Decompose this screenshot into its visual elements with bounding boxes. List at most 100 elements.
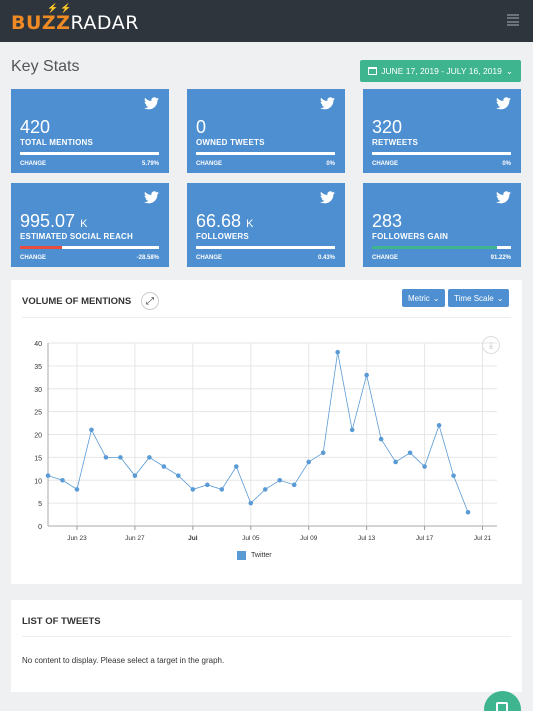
change-percent: 0% bbox=[502, 161, 511, 167]
stat-card[interactable]: 283 FOLLOWERS GAIN CHANGE 91.22% bbox=[363, 183, 521, 267]
chart-legend[interactable]: Twitter bbox=[237, 551, 272, 560]
x-tick-label: Jul 17 bbox=[416, 535, 434, 542]
chevron-down-icon: ⌄ bbox=[505, 65, 513, 76]
change-label: CHANGE bbox=[372, 255, 399, 261]
change-bar bbox=[20, 152, 159, 155]
change-percent: 5.79% bbox=[141, 161, 159, 167]
y-tick-label: 40 bbox=[34, 341, 42, 348]
change-label: CHANGE bbox=[20, 161, 47, 167]
tweets-title: LIST OF TWEETS bbox=[22, 616, 101, 627]
change-percent: -28.58% bbox=[136, 255, 159, 261]
stat-label: ESTIMATED SOCIAL REACH bbox=[20, 232, 133, 241]
data-point bbox=[248, 500, 254, 506]
data-point bbox=[74, 487, 80, 492]
twitter-icon bbox=[144, 97, 159, 110]
y-tick-label: 15 bbox=[34, 455, 42, 462]
twitter-icon bbox=[144, 191, 159, 204]
calendar-icon bbox=[368, 67, 378, 75]
series-line-twitter bbox=[47, 352, 469, 513]
change-bar bbox=[372, 152, 511, 155]
stat-value: 66.68 K bbox=[196, 211, 254, 231]
change-percent: 91.22% bbox=[490, 255, 511, 261]
page-title: Key Stats bbox=[11, 58, 80, 75]
change-percent: 0.43% bbox=[317, 255, 335, 261]
data-point bbox=[161, 464, 167, 469]
twitter-icon bbox=[320, 191, 335, 204]
stat-card[interactable]: 66.68 K FOLLOWERS CHANGE 0.43% bbox=[187, 183, 345, 267]
change-bar bbox=[196, 246, 335, 249]
stat-card[interactable]: 0 OWNED TWEETS CHANGE 0% bbox=[187, 89, 345, 173]
volume-panel: VOLUME OF MENTIONS ⤢ Metric ⌄ Time Scale… bbox=[11, 280, 522, 584]
data-point bbox=[291, 482, 297, 488]
data-point bbox=[205, 482, 210, 488]
data-point bbox=[364, 372, 369, 378]
change-label: CHANGE bbox=[196, 161, 223, 167]
data-point bbox=[233, 464, 239, 469]
legend-swatch bbox=[237, 551, 246, 560]
panel-divider bbox=[22, 636, 511, 637]
y-tick-label: 25 bbox=[34, 410, 42, 417]
data-point bbox=[118, 455, 123, 460]
stat-value: 420 bbox=[20, 117, 51, 137]
stat-card[interactable]: 420 TOTAL MENTIONS CHANGE 5.79% bbox=[11, 89, 169, 173]
data-point bbox=[89, 427, 94, 433]
empty-message: No content to display. Please select a t… bbox=[22, 656, 225, 665]
mentions-chart[interactable]: 0 5 10 15 20 25 30 35 40 Jun 23 Jun 27 Jul Jul 05 Jul… bbox=[11, 280, 522, 550]
stat-value: 0 bbox=[196, 117, 207, 137]
data-point bbox=[422, 464, 427, 469]
stat-label: RETWEETS bbox=[372, 138, 419, 147]
twitter-icon bbox=[320, 97, 335, 110]
data-point bbox=[190, 487, 196, 492]
change-bar bbox=[196, 152, 335, 155]
stat-card[interactable]: 320 RETWEETS CHANGE 0% bbox=[363, 89, 521, 173]
date-range-label: JUNE 17, 2019 - JULY 16, 2019 bbox=[381, 66, 502, 76]
logo-bolt-icon: ⚡⚡ bbox=[47, 3, 74, 13]
stat-value: 283 bbox=[372, 211, 403, 231]
stat-value: 995.07 K bbox=[20, 211, 88, 231]
stat-cards: 420 TOTAL MENTIONS CHANGE 5.79% 0 OWNED … bbox=[11, 89, 522, 267]
y-tick-label: 35 bbox=[34, 364, 42, 371]
top-bar: BUZZRADAR ⚡⚡ bbox=[0, 0, 533, 42]
data-point bbox=[407, 450, 413, 456]
app-logo[interactable]: BUZZRADAR bbox=[11, 12, 139, 34]
change-bar-fill bbox=[372, 246, 498, 249]
data-point bbox=[277, 477, 283, 483]
data-point bbox=[132, 473, 138, 478]
stat-value: 320 bbox=[372, 117, 403, 137]
logo-radar: RADAR bbox=[70, 12, 139, 34]
hamburger-menu-icon[interactable] bbox=[507, 14, 519, 26]
chat-button[interactable] bbox=[484, 691, 521, 711]
data-point bbox=[436, 423, 442, 428]
twitter-icon bbox=[496, 97, 511, 110]
x-tick-label: Jun 27 bbox=[125, 535, 145, 542]
legend-label: Twitter bbox=[251, 552, 272, 559]
twitter-icon bbox=[496, 191, 511, 204]
date-range-button[interactable]: JUNE 17, 2019 - JULY 16, 2019 ⌄ bbox=[360, 60, 521, 82]
x-tick-label: Jul 21 bbox=[474, 535, 492, 542]
change-bar-fill bbox=[20, 246, 62, 249]
data-point bbox=[378, 436, 384, 442]
x-tick-label: Jul 05 bbox=[242, 535, 260, 542]
data-point bbox=[45, 473, 51, 478]
x-tick-label: Jul bbox=[188, 535, 198, 542]
stat-label: OWNED TWEETS bbox=[196, 138, 265, 147]
data-point bbox=[335, 349, 340, 355]
change-label: CHANGE bbox=[196, 255, 223, 261]
x-tick-label: Jun 23 bbox=[67, 535, 87, 542]
change-bar bbox=[372, 246, 511, 249]
download-icon[interactable]: ⤓ bbox=[482, 336, 500, 354]
data-point bbox=[219, 487, 225, 492]
data-point bbox=[176, 473, 181, 478]
stat-label: FOLLOWERS bbox=[196, 232, 249, 241]
change-label: CHANGE bbox=[372, 161, 399, 167]
change-label: CHANGE bbox=[20, 255, 47, 261]
change-percent: 0% bbox=[326, 161, 335, 167]
data-point bbox=[451, 473, 456, 478]
y-tick-label: 0 bbox=[38, 524, 42, 531]
data-point bbox=[465, 509, 471, 515]
chat-icon bbox=[496, 702, 508, 711]
y-tick-label: 10 bbox=[34, 478, 42, 485]
stat-card[interactable]: 995.07 K ESTIMATED SOCIAL REACH CHANGE -… bbox=[11, 183, 169, 267]
data-point bbox=[103, 455, 109, 460]
data-point bbox=[393, 459, 398, 465]
